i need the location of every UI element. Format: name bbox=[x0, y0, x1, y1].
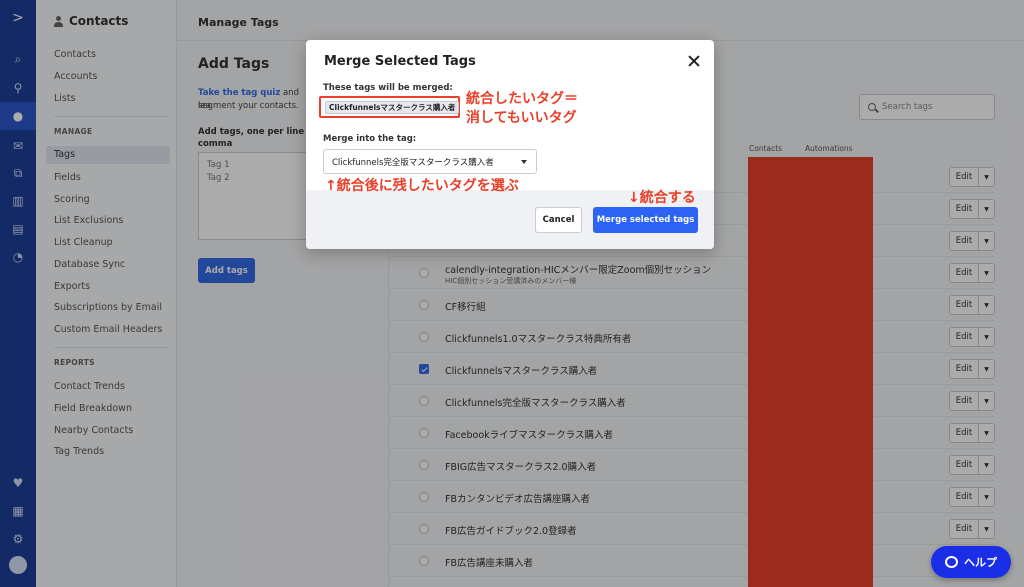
annotation-merge-action: ↓統合する bbox=[628, 190, 696, 206]
merge-into-label: Merge into the tag: bbox=[323, 134, 417, 144]
annotation-merge-source-1: 統合したいタグ＝ bbox=[466, 91, 578, 107]
merged-tag-chip: Clickfunnelsマスタークラス購入者 bbox=[325, 101, 460, 114]
cancel-button[interactable]: Cancel bbox=[535, 207, 582, 233]
close-icon[interactable] bbox=[688, 55, 700, 67]
annotation-keep-tag: ↑統合後に残したいタグを選ぶ bbox=[325, 178, 519, 194]
merge-tags-modal: Merge Selected Tags These tags will be m… bbox=[306, 40, 714, 249]
annotation-merge-source-2: 消してもいいタグ bbox=[466, 110, 577, 126]
modal-title: Merge Selected Tags bbox=[324, 54, 476, 69]
help-button-label: ヘルプ bbox=[964, 556, 997, 569]
chevron-down-icon bbox=[521, 160, 527, 164]
chat-bubble-icon bbox=[945, 556, 958, 568]
merge-into-value: Clickfunnels完全版マスタークラス購入者 bbox=[332, 157, 494, 168]
merge-into-select[interactable]: Clickfunnels完全版マスタークラス購入者 bbox=[323, 149, 537, 174]
annotation-highlight-box: Clickfunnelsマスタークラス購入者 bbox=[319, 96, 460, 118]
help-button[interactable]: ヘルプ bbox=[931, 546, 1011, 578]
merge-selected-tags-button[interactable]: Merge selected tags bbox=[593, 207, 698, 233]
merged-tags-label: These tags will be merged: bbox=[323, 83, 453, 93]
